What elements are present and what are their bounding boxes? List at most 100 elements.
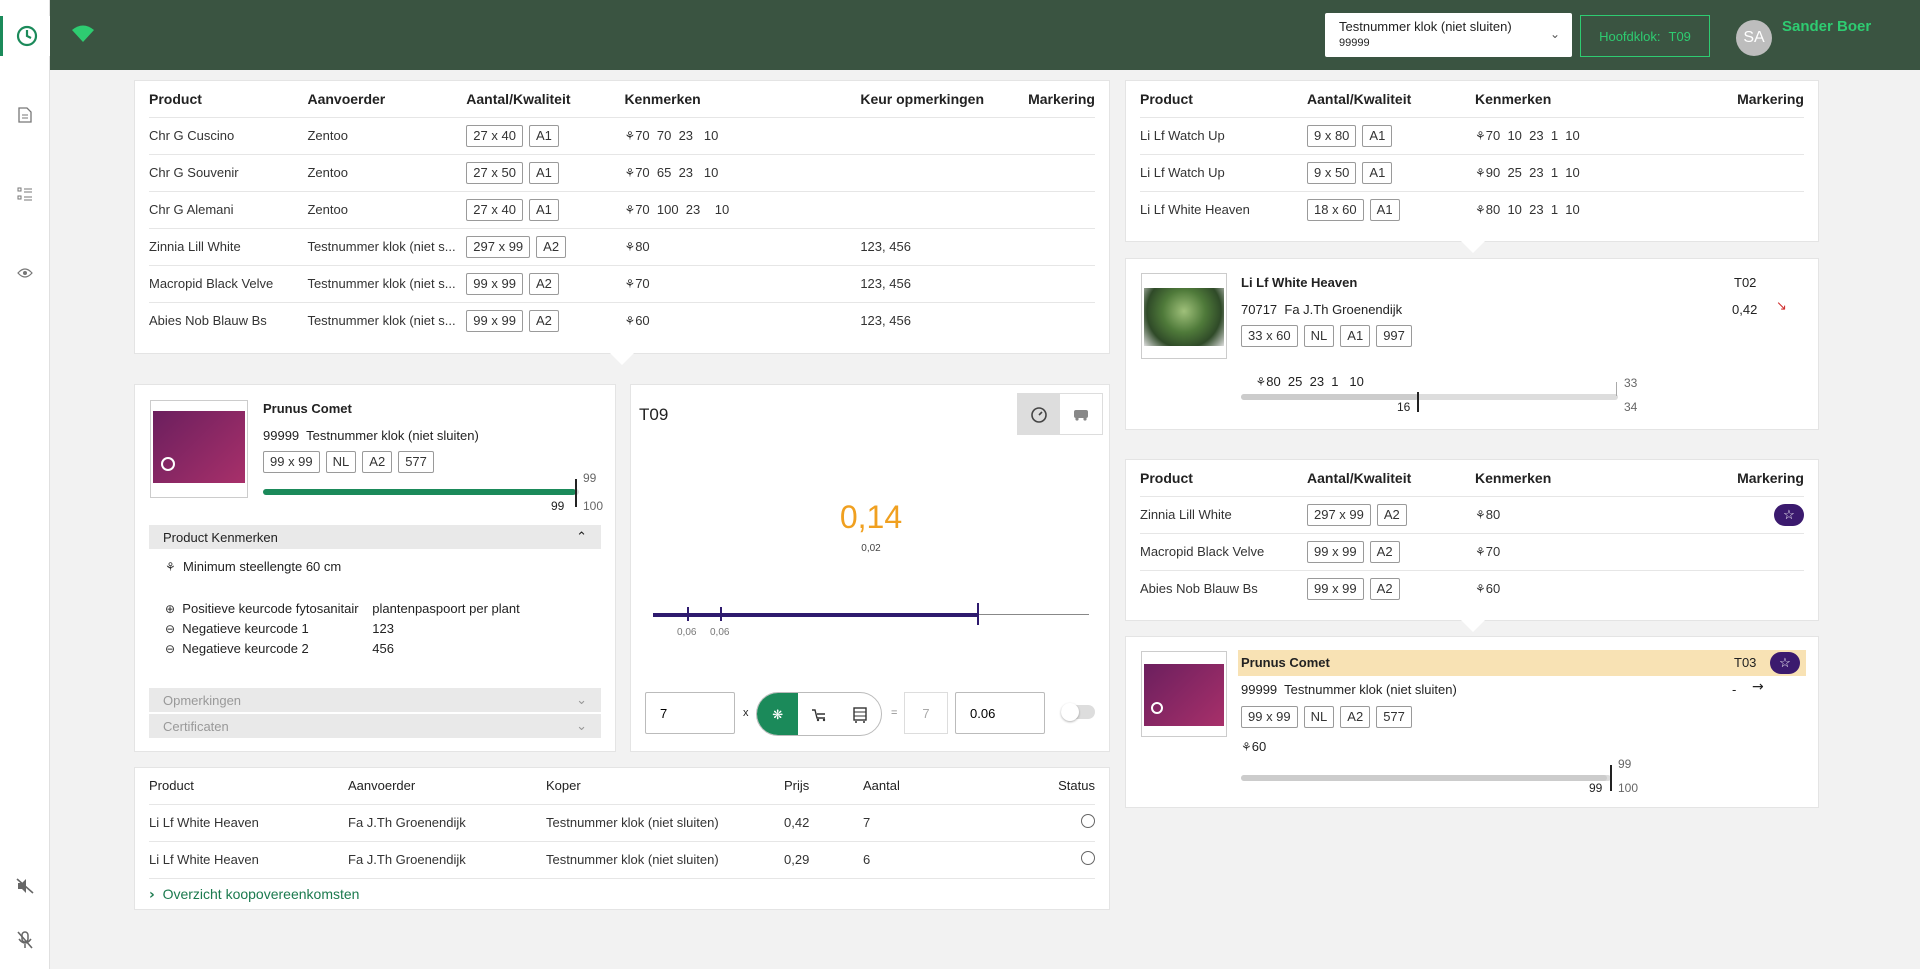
clock-nav[interactable] [0, 16, 50, 56]
quantity-input[interactable] [645, 692, 735, 734]
table-row[interactable]: Li Lf White Heaven 18 x 60 A1 ⚘80 10 23 1… [1140, 190, 1804, 228]
quality-chip: A1 [528, 124, 559, 147]
star-icon[interactable]: ☆ [1774, 503, 1804, 526]
features-text: 70 100 23 10 [635, 202, 730, 217]
unit-stem-button[interactable]: ❋ [757, 693, 799, 735]
certificaten-accordion-header[interactable]: Certificaten ⌄ [149, 714, 601, 738]
table-row[interactable]: Li Lf White Heaven Fa J.Th Groenendijk T… [149, 803, 1095, 841]
features-text: 60 [635, 313, 650, 329]
document-icon [18, 107, 32, 123]
clock-t02-card: Li Lf White Heaven T02 70717 Fa J.Th Gro… [1125, 258, 1819, 430]
slider-handle[interactable] [977, 603, 979, 625]
user-name[interactable]: Sander Boer [1782, 18, 1871, 35]
keur-label: Positieve keurcode fytosanitair [182, 601, 359, 616]
upcoming-table: Product Aantal/Kwaliteit Kenmerken Marke… [1140, 81, 1804, 228]
quality-chip: A2 [1369, 577, 1400, 600]
table-row[interactable]: Li Lf Watch Up 9 x 50 A1 ⚘90 25 23 1 10 [1140, 153, 1804, 191]
col-keur: Keur opmerkingen [860, 90, 985, 107]
clock-select[interactable]: Testnummer klok (niet sluiten) 99999 ⌄ [1325, 13, 1572, 57]
mute-toggle[interactable] [0, 866, 50, 906]
cart-icon [1074, 410, 1088, 421]
chevron-right-icon: › [149, 887, 155, 903]
remarks-cell: 123, 456 [860, 301, 1029, 339]
unit-tray-button[interactable] [798, 693, 839, 735]
table-row[interactable]: Chr G Cuscino Zentoo 27 x 40 A1 ⚘70 70 23… [149, 116, 1095, 154]
table-row[interactable]: Chr G Alemani Zentoo 27 x 40 A1 ⚘70 100 2… [149, 190, 1095, 228]
status-radio[interactable] [1081, 851, 1095, 866]
stem-icon: ⚘ [624, 277, 636, 291]
document-nav[interactable] [0, 95, 50, 135]
sales-table-panel: Product Aanvoerder Koper Prijs Aantal St… [134, 767, 1110, 910]
table-row[interactable]: Abies Nob Blauw Bs Testnummer klok (niet… [149, 301, 1095, 339]
table-row[interactable]: Macropid Black Velve Testnummer klok (ni… [149, 264, 1095, 302]
min-stem-text: Minimum steellengte 60 cm [183, 559, 342, 574]
size-chip: 99 x 99 [1307, 540, 1364, 563]
stem-icon: ⚘ [624, 240, 636, 254]
progress-marker [575, 479, 577, 507]
arrow-right-icon: → [1752, 679, 1764, 695]
top-bar: Testnummer klok (niet sluiten) 99999 ⌄ H… [50, 0, 1920, 70]
product-name: Chr G Souvenir [149, 153, 308, 191]
product-name: Chr G Cuscino [149, 116, 308, 154]
star-icon[interactable]: ☆ [1770, 652, 1800, 674]
size-chip: 18 x 60 [1307, 198, 1364, 221]
quality-chip: A2 [528, 272, 559, 295]
stock-progress: 99 99 100 [263, 471, 603, 513]
quality-chip: A1 [1362, 124, 1393, 147]
quality-chip: A1 [528, 161, 559, 184]
trolley-icon [811, 709, 826, 722]
clock-t03-card: Prunus Comet T03 ☆ 99999 Testnummer klok… [1125, 636, 1819, 808]
table-row[interactable]: Macropid Black Velve 99 x 99 A2 ⚘70 [1140, 532, 1804, 570]
current-price: 0,14 [839, 499, 903, 535]
price-input[interactable] [955, 692, 1045, 734]
supplier-line: 99999 Testnummer klok (niet sluiten) [1241, 682, 1457, 697]
supplier-name: Zentoo [307, 116, 467, 154]
supplier-name: Zentoo [307, 190, 467, 228]
clock-select-number: 99999 [1339, 37, 1370, 49]
col-aanvoerder: Aanvoerder [307, 90, 386, 107]
hoofdklok-value: T09 [1668, 28, 1691, 44]
slider-tick [720, 607, 722, 621]
product-name: Li Lf Watch Up [1140, 153, 1307, 191]
clock-title: T09 [639, 405, 669, 424]
mic-toggle[interactable] [0, 920, 50, 960]
status-radio[interactable] [1081, 814, 1095, 828]
timer-view-button[interactable] [1018, 394, 1060, 434]
list-nav[interactable] [0, 174, 50, 214]
keur-row: ⊕ Positieve keurcode fytosanitair planten… [165, 599, 520, 619]
table-row[interactable]: Li Lf Watch Up 9 x 80 A1 ⚘70 10 23 1 10 [1140, 116, 1804, 154]
opmerkingen-accordion-header[interactable]: Opmerkingen ⌄ [149, 688, 601, 712]
clock-panel: T09 0,14 0,02 0,06 0,06 x ❋ = 7 [630, 384, 1110, 752]
table-row[interactable]: Zinnia Lill White 297 x 99 A2 ⚘80 ☆ [1140, 495, 1804, 533]
hoofdklok-button[interactable]: Hoofdklok: T09 [1580, 15, 1710, 57]
product-name: Macropid Black Velve [1140, 532, 1307, 570]
table-row[interactable]: Li Lf White Heaven Fa J.Th Groenendijk T… [149, 840, 1095, 878]
times-sign: x [743, 707, 749, 719]
panel-pointer [1461, 620, 1485, 632]
panel-pointer [1461, 241, 1485, 253]
lily-image [1144, 288, 1224, 346]
kenmerken-accordion-header[interactable]: Product Kenmerken ⌃ [149, 525, 601, 549]
avatar[interactable]: SA [1736, 20, 1772, 56]
table-row[interactable]: Abies Nob Blauw Bs 99 x 99 A2 ⚘60 [1140, 569, 1804, 607]
clock-select-name: Testnummer klok (niet sluiten) [1339, 19, 1512, 34]
eye-nav[interactable] [0, 253, 50, 293]
size-chip: 33 x 60 [1241, 325, 1298, 347]
upcoming-table-2: Product Aantal/Kwaliteit Kenmerken Marke… [1140, 460, 1804, 607]
table-row[interactable]: Zinnia Lill White Testnummer klok (niet … [149, 227, 1095, 265]
quantity-cell: 27 x 40 A1 [466, 190, 625, 228]
overview-link[interactable]: › Overzicht koopovereenkomsten [149, 878, 1095, 903]
page-scrollbar[interactable] [1906, 70, 1920, 969]
min-stem-row: ⚘ Minimum steellengte 60 cm [165, 559, 341, 574]
price-slider[interactable]: 0,06 0,06 [653, 603, 1089, 641]
quantity-cell: 9 x 50 A1 [1307, 153, 1475, 191]
vehicle-view-button[interactable] [1060, 394, 1102, 434]
col-prijs: Prijs [784, 778, 810, 794]
unit-cart-button[interactable] [840, 693, 881, 735]
table-row[interactable]: Chr G Souvenir Zentoo 27 x 50 A1 ⚘70 65 2… [149, 153, 1095, 191]
progress-fill [1241, 775, 1607, 781]
marking-cell [1028, 264, 1095, 302]
auto-toggle[interactable] [1061, 703, 1095, 721]
stem-icon: ⚘ [165, 560, 176, 574]
stem-icon: ⚘ [1475, 545, 1486, 559]
